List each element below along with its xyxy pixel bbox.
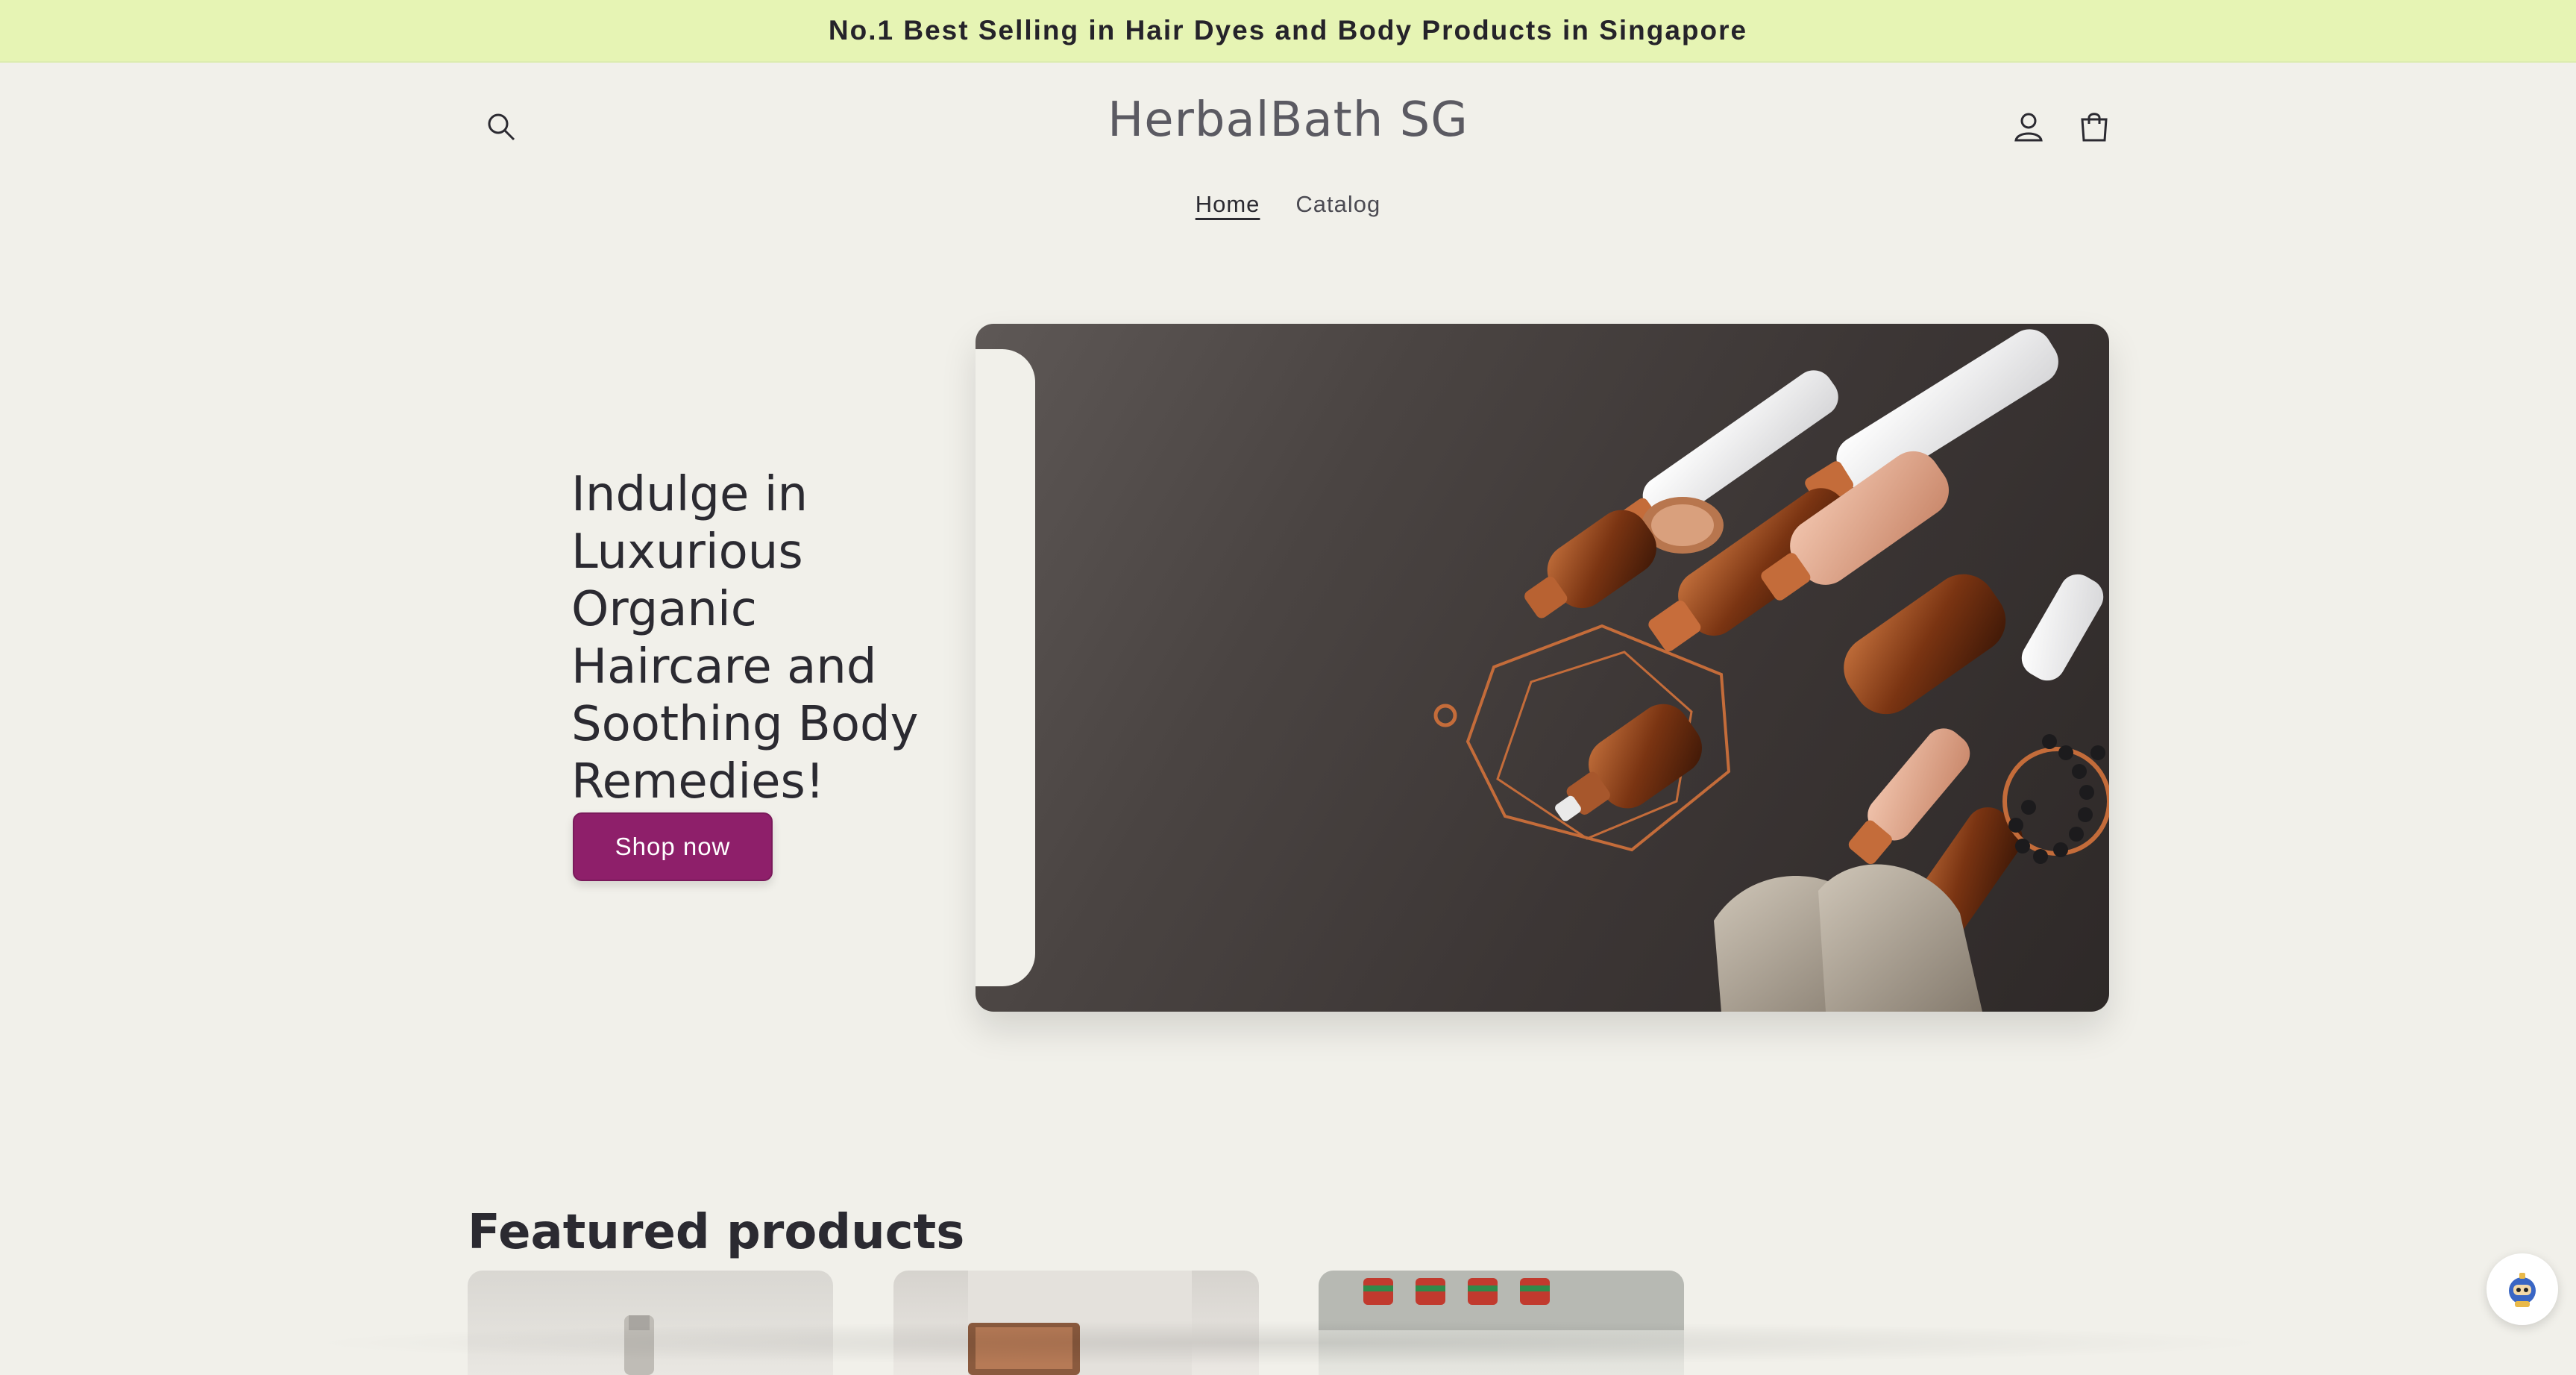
nav-item-catalog[interactable]: Catalog bbox=[1295, 191, 1380, 218]
cart-icon[interactable] bbox=[2070, 103, 2118, 151]
hero-image bbox=[976, 324, 2109, 1012]
cosmetic-bottles-photo bbox=[1433, 329, 2109, 1012]
account-icon[interactable] bbox=[2005, 103, 2052, 151]
main-nav: Home Catalog bbox=[0, 191, 2576, 218]
hero-image-notch bbox=[976, 349, 1035, 986]
bottom-shadow bbox=[298, 1321, 2282, 1365]
chat-bot-icon[interactable] bbox=[2487, 1253, 2558, 1325]
announcement-text: No.1 Best Selling in Hair Dyes and Body … bbox=[828, 15, 1748, 46]
site-logo[interactable]: HerbalBath SG bbox=[0, 93, 2576, 148]
hero-heading-line: Luxurious bbox=[571, 524, 803, 580]
hero-heading-line: Organic bbox=[571, 581, 757, 637]
hero-heading-line: Haircare and bbox=[571, 639, 877, 695]
site-header: HerbalBath SG Home Catalog bbox=[0, 63, 2576, 242]
hero-heading-line: Indulge in bbox=[571, 466, 808, 522]
hero-heading-line: Remedies! bbox=[571, 754, 825, 809]
nav-item-home[interactable]: Home bbox=[1196, 191, 1260, 218]
featured-products-title: Featured products bbox=[468, 1205, 965, 1261]
announcement-bar: No.1 Best Selling in Hair Dyes and Body … bbox=[0, 0, 2576, 63]
hero-heading: Indulge in Luxurious Organic Haircare an… bbox=[571, 466, 929, 811]
shop-now-button[interactable]: Shop now bbox=[573, 812, 773, 881]
hero-heading-line: Soothing Body bbox=[571, 696, 919, 752]
